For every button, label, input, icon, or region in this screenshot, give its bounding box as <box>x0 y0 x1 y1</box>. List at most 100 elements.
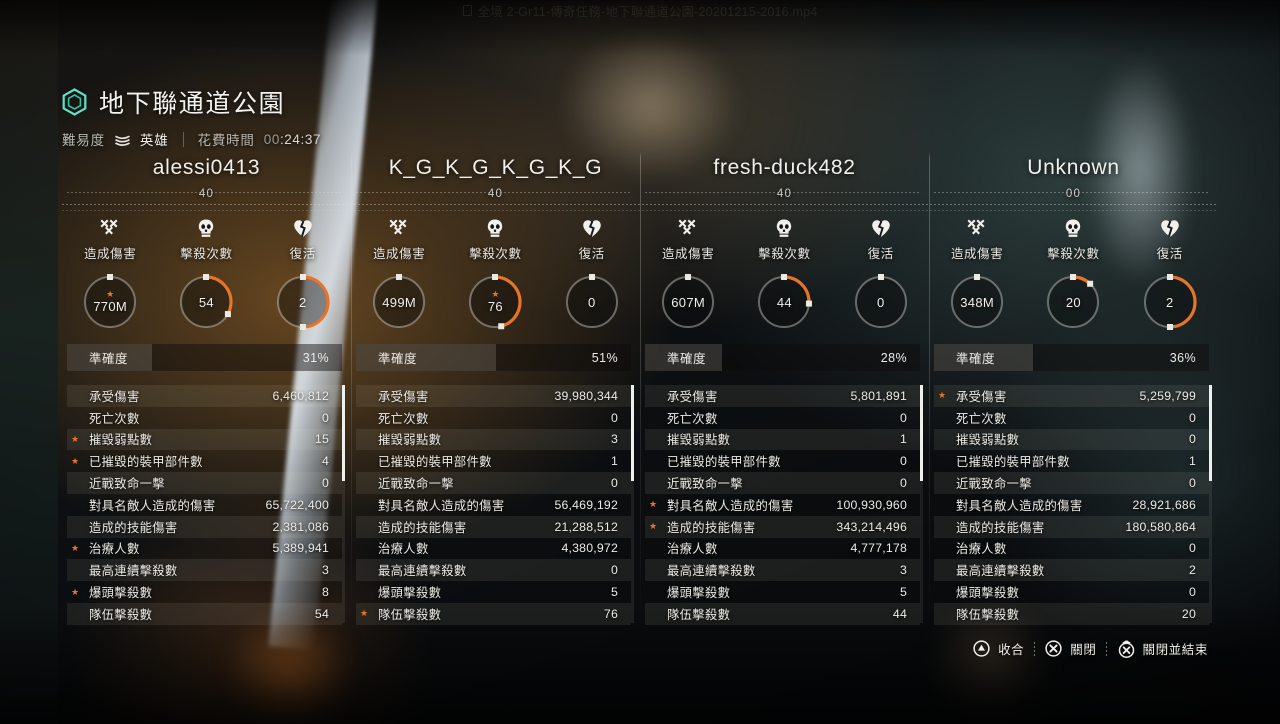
stat-row: 摧毀弱點數 0 <box>934 428 1209 451</box>
stat-label: 造成的技能傷害 <box>667 520 756 535</box>
stat-row: 近戰致命一擊 0 <box>67 472 342 494</box>
stat-value: 21,288,512 <box>554 519 618 534</box>
gauge-slot: 20 <box>1025 273 1121 331</box>
stat-value: 5 <box>610 585 618 600</box>
difficulty-value: 英雄 <box>139 133 169 148</box>
stat-label: 治療人數 <box>667 542 718 557</box>
stat-value: 100,930,960 <box>836 497 907 512</box>
player-level: 40 <box>198 188 215 200</box>
gauge-slot: 348M <box>929 273 1025 331</box>
stat-label: 爆頭擊殺數 <box>378 586 442 601</box>
accuracy-value: 28% <box>880 350 907 365</box>
player-columns: alessi0413 40 造成傷害 擊殺次數 復活 ★ 770M 54 2 準… <box>62 152 1218 625</box>
star-icon: ★ <box>360 608 369 619</box>
stat-value: 0 <box>1188 585 1196 600</box>
button-prompt-bar: 收合 關閉 關閉並結束 <box>963 639 1218 658</box>
skull-icon <box>197 216 215 238</box>
stat-label: 近戰致命一擊 <box>89 477 165 492</box>
star-icon: ★ <box>938 390 947 401</box>
accuracy-label: 準確度 <box>956 352 996 366</box>
star-icon: ★ <box>71 542 80 553</box>
star-icon: ★ <box>71 586 80 597</box>
stat-gauge: 499M <box>370 273 428 331</box>
player-column: alessi0413 40 造成傷害 擊殺次數 復活 ★ 770M 54 2 準… <box>62 152 351 625</box>
metric-crossed-x-icon: 造成傷害 <box>62 216 158 262</box>
stat-gauge: ★ 76 <box>466 273 524 331</box>
stat-row: 死亡次數 0 <box>356 407 631 429</box>
accuracy-underline <box>645 192 920 193</box>
stat-gauge: 44 <box>755 273 813 331</box>
gauge-value: 607M <box>671 294 705 310</box>
stat-label: 已摧毀的裝甲部件數 <box>667 455 781 470</box>
stat-value: 0 <box>610 410 618 425</box>
crossed-x-icon <box>388 216 410 238</box>
metric-skull-icon: 擊殺次數 <box>447 216 543 262</box>
time-value: 00:24:37 <box>263 131 322 147</box>
gauge-slot: 607M <box>640 273 736 331</box>
stat-value: 0 <box>610 563 618 578</box>
accuracy-label: 準確度 <box>667 352 707 366</box>
stat-row: ★ 隊伍擊殺數 76 <box>356 602 631 625</box>
stat-row: 爆頭擊殺數 5 <box>356 581 631 603</box>
stat-value: 5,259,799 <box>1139 388 1196 403</box>
accuracy-bar: 準確度 36% <box>934 344 1209 371</box>
stat-label: 摧毀弱點數 <box>956 433 1020 448</box>
stat-row: 承受傷害 6,460,812 <box>67 385 342 407</box>
gauge-value: 499M <box>382 294 416 310</box>
crossed-x-icon <box>966 216 988 238</box>
gauge-slot: 54 <box>158 273 254 331</box>
stat-value: 3 <box>899 563 907 578</box>
stat-label: 隊伍擊殺數 <box>667 607 731 622</box>
metric-skull-icon: 擊殺次數 <box>158 216 254 262</box>
stat-gauge: 20 <box>1044 273 1102 331</box>
gauge-row: 499M ★ 76 0 <box>351 273 640 331</box>
gauge-slot: ★ 770M <box>62 273 158 331</box>
stat-row: 對具名敵人造成的傷害 28,921,686 <box>934 494 1209 516</box>
hold-cross-button-icon <box>1117 640 1135 658</box>
stat-value: 0 <box>1188 432 1196 447</box>
metric-broken-heart-icon: 復活 <box>833 216 929 262</box>
metric-skull-icon: 擊殺次數 <box>1025 216 1121 262</box>
stat-row: 死亡次數 0 <box>934 407 1209 429</box>
stat-scrollbar[interactable] <box>1209 385 1212 623</box>
stat-value: 5 <box>899 585 907 600</box>
stat-label: 近戰致命一擊 <box>956 477 1032 492</box>
gauge-value: 0 <box>876 294 885 310</box>
stat-value: 180,580,864 <box>1125 519 1196 534</box>
footer-button-hold-cross-button-icon[interactable]: 關閉並結束 <box>1107 639 1218 658</box>
metric-label: 復活 <box>867 247 894 261</box>
stat-value: 0 <box>899 410 907 425</box>
stat-scrollbar[interactable] <box>631 385 634 623</box>
stat-label: 治療人數 <box>956 542 1007 557</box>
stat-value: 39,980,344 <box>554 388 618 403</box>
metric-label: 造成傷害 <box>661 247 715 261</box>
footer-button-cross-button-icon[interactable]: 關閉 <box>1035 639 1106 658</box>
stat-value: 5,389,941 <box>272 541 329 556</box>
footer-button-triangle-button-icon[interactable]: 收合 <box>963 639 1034 658</box>
player-name: fresh-duck482 <box>713 156 856 179</box>
stat-row: 造成的技能傷害 21,288,512 <box>356 515 631 538</box>
gauge-value: 770M <box>93 299 127 314</box>
accuracy-underline <box>67 192 342 193</box>
stat-value: 0 <box>610 476 618 491</box>
star-icon: ★ <box>491 289 500 299</box>
stat-scrollbar[interactable] <box>920 385 923 623</box>
stat-value: 1 <box>1188 454 1196 469</box>
stat-label: 承受傷害 <box>667 389 718 404</box>
stat-scrollbar[interactable] <box>342 385 345 623</box>
star-icon: ★ <box>649 499 658 510</box>
stat-row: 隊伍擊殺數 20 <box>934 602 1209 625</box>
player-column: fresh-duck482 40 造成傷害 擊殺次數 復活 607M 44 0 … <box>640 152 929 625</box>
stat-label: 近戰致命一擊 <box>378 477 454 492</box>
stat-value: 6,460,812 <box>272 388 329 403</box>
metric-header-row: 造成傷害 擊殺次數 復活 <box>929 216 1218 262</box>
chevrons-icon <box>114 133 131 146</box>
gauge-row: 607M 44 0 <box>640 273 929 331</box>
stat-label: 隊伍擊殺數 <box>956 607 1020 622</box>
stat-value: 8 <box>321 585 329 600</box>
gauge-slot: 499M <box>351 273 447 331</box>
star-icon: ★ <box>106 289 115 299</box>
stat-value: 1 <box>899 432 907 447</box>
stat-gauge: ★ 770M <box>81 273 139 331</box>
accuracy-bar: 準確度 31% <box>67 344 342 371</box>
